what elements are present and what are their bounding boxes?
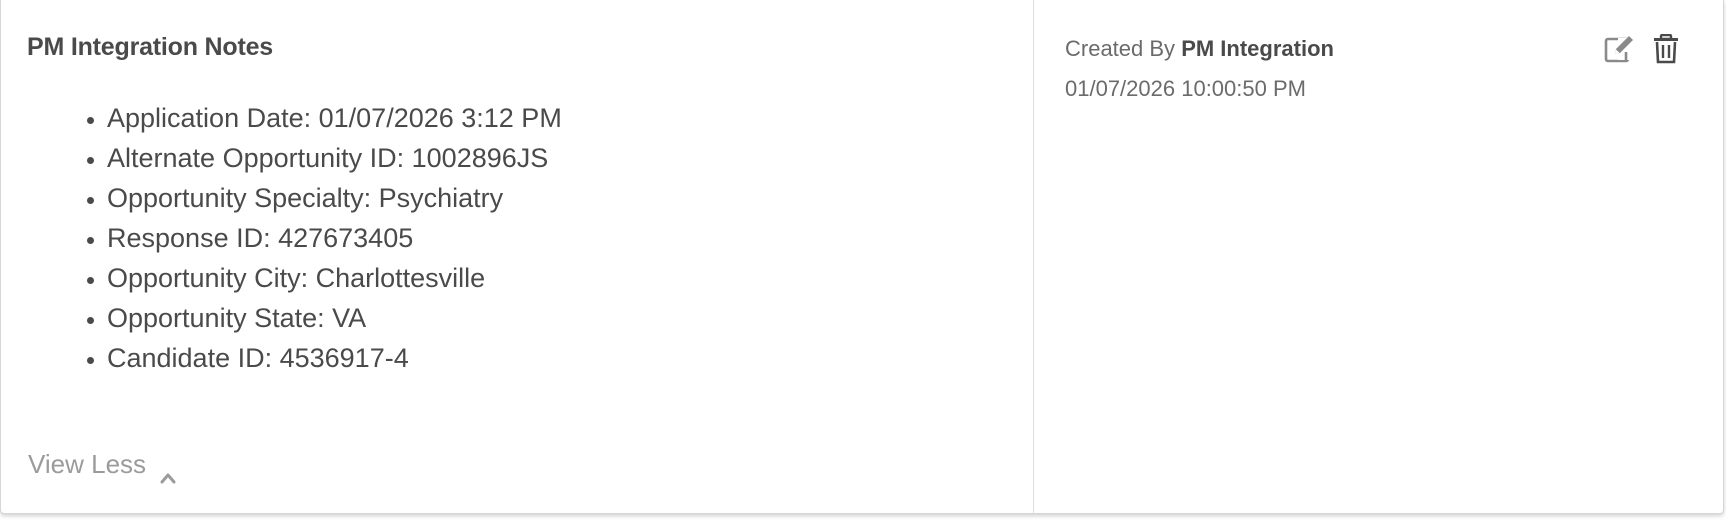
note-meta-panel: Created By PM Integration 01/07/2026 10:… bbox=[1035, 0, 1723, 513]
list-item: Candidate ID: 4536917-4 bbox=[107, 338, 562, 378]
list-item: Alternate Opportunity ID: 1002896JS bbox=[107, 138, 562, 178]
created-by-name: PM Integration bbox=[1181, 36, 1334, 61]
list-item: Opportunity Specialty: Psychiatry bbox=[107, 178, 562, 218]
delete-button[interactable] bbox=[1649, 33, 1683, 69]
view-less-label: View Less bbox=[28, 449, 147, 479]
list-item: Application Date: 01/07/2026 3:12 PM bbox=[107, 98, 562, 138]
note-actions bbox=[1603, 33, 1683, 69]
chevron-up-icon bbox=[160, 460, 176, 483]
created-timestamp: 01/07/2026 10:00:50 PM bbox=[1065, 76, 1306, 101]
edit-button[interactable] bbox=[1603, 35, 1637, 67]
view-less-button[interactable]: View Less bbox=[28, 449, 176, 483]
note-title: PM Integration Notes bbox=[27, 33, 274, 61]
note-card: PM Integration Notes Application Date: 0… bbox=[0, 0, 1724, 514]
list-item: Response ID: 427673405 bbox=[107, 218, 562, 258]
list-item: Opportunity State: VA bbox=[107, 298, 562, 338]
list-item: Opportunity City: Charlottesville bbox=[107, 258, 562, 298]
note-content-panel: PM Integration Notes Application Date: 0… bbox=[1, 0, 1034, 513]
trash-icon bbox=[1653, 33, 1679, 69]
edit-icon bbox=[1604, 34, 1636, 69]
created-by-prefix: Created By bbox=[1065, 36, 1176, 61]
note-items-list: Application Date: 01/07/2026 3:12 PM Alt… bbox=[1, 98, 562, 378]
created-by: Created By PM Integration bbox=[1065, 36, 1334, 62]
